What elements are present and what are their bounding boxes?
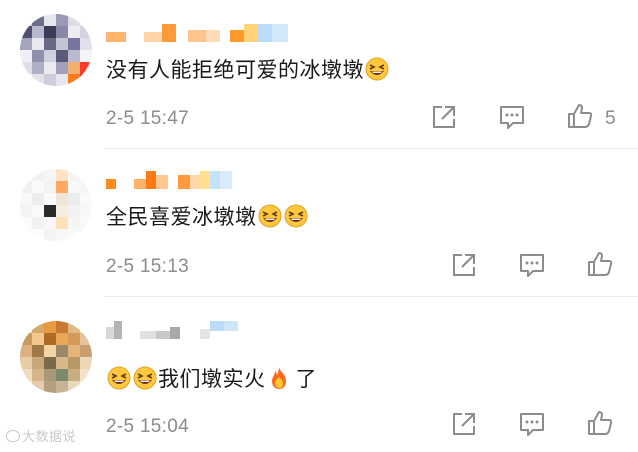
comment-item: 我们墩实火 了 2-5 15:04 bbox=[0, 297, 638, 452]
comment-icon[interactable] bbox=[518, 251, 546, 279]
laughing-emoji-icon bbox=[365, 57, 389, 81]
comment-text-content: 全民喜爱冰墩墩 bbox=[106, 205, 257, 229]
comment-text-end: 了 bbox=[295, 367, 317, 391]
comment-timestamp: 2-5 15:13 bbox=[106, 256, 189, 277]
laughing-emoji-icon bbox=[258, 204, 281, 228]
username-blurred[interactable] bbox=[106, 321, 238, 339]
comment-icon[interactable] bbox=[518, 410, 546, 438]
like-count: 5 bbox=[605, 108, 616, 129]
watermark-text: 大数据说 bbox=[22, 430, 77, 445]
avatar[interactable] bbox=[20, 169, 92, 241]
comment-text: 没有人能拒绝可爱的冰墩墩 bbox=[106, 54, 390, 84]
comment-timestamp: 2-5 15:04 bbox=[106, 416, 189, 437]
comment-item: 全民喜爱冰墩墩 2-5 15:13 bbox=[0, 149, 638, 296]
comment-text-content: 没有人能拒绝可爱的冰墩墩 bbox=[106, 58, 364, 82]
weibo-logo-icon bbox=[6, 430, 20, 442]
avatar[interactable] bbox=[20, 321, 92, 393]
avatar[interactable] bbox=[20, 14, 92, 86]
like-icon[interactable] bbox=[586, 250, 614, 278]
username-blurred[interactable] bbox=[106, 24, 288, 42]
username-blurred[interactable] bbox=[106, 171, 232, 189]
comment-icon[interactable] bbox=[498, 103, 526, 131]
comment-text: 全民喜爱冰墩墩 bbox=[106, 201, 309, 231]
fire-emoji-icon bbox=[271, 367, 286, 389]
share-icon[interactable] bbox=[450, 410, 478, 438]
comment-timestamp: 2-5 15:47 bbox=[106, 108, 189, 129]
laughing-emoji-icon bbox=[133, 366, 157, 390]
comment-text-content: 我们墩实火 bbox=[158, 367, 266, 391]
laughing-emoji-icon bbox=[284, 204, 307, 228]
like-icon[interactable] bbox=[586, 409, 614, 437]
share-icon[interactable] bbox=[430, 103, 458, 131]
watermark: 大数据说 bbox=[6, 426, 76, 445]
laughing-emoji-icon bbox=[107, 366, 131, 390]
comment-item: 没有人能拒绝可爱的冰墩墩 2-5 15:47 5 bbox=[0, 0, 638, 148]
like-icon[interactable] bbox=[566, 102, 594, 130]
comment-text: 我们墩实火 了 bbox=[106, 363, 317, 393]
share-icon[interactable] bbox=[450, 251, 478, 279]
